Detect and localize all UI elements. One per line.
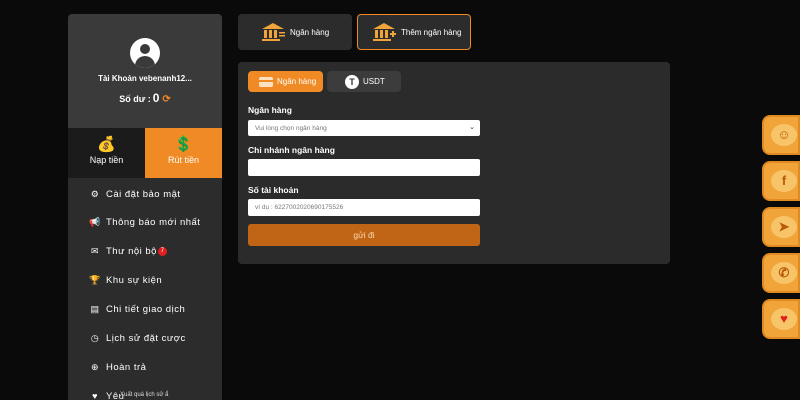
subtab-bank-label: Ngân hàng <box>277 77 317 86</box>
balance-value: 0 <box>152 91 160 105</box>
trophy-icon: 🏆 <box>89 274 101 285</box>
support-agent-icon: ☺ <box>771 124 797 146</box>
branch-input[interactable] <box>248 159 480 176</box>
account-number-placeholder: ví dụ : 6227002020690175526 <box>255 204 344 211</box>
tab-bank[interactable]: Ngân hàng <box>238 14 352 50</box>
balance-label: Số dư : <box>119 94 151 104</box>
refresh-icon[interactable]: ⟳ <box>162 94 170 105</box>
tooltip: Xuất quá lịch sử ẩ <box>120 392 169 398</box>
menu-item-notifications[interactable]: 📢 Thông báo mới nhất <box>68 211 222 233</box>
chevron-down-icon: ⌄ <box>469 124 475 131</box>
support-agent-button[interactable]: ☺ <box>762 115 800 155</box>
bank-select-value: Vui lòng chọn ngân hàng <box>255 124 327 132</box>
menu-item-label: Thư nội bộ <box>106 245 157 257</box>
menu-item-label: Hoàn trả <box>106 361 147 373</box>
menu-item-transactions[interactable]: ▤ Chi tiết giao dịch <box>68 298 222 320</box>
account-name: Tài Khoản vebenanh12... <box>98 74 192 83</box>
bank-select[interactable]: Vui lòng chọn ngân hàng ⌄ <box>248 120 480 136</box>
telegram-button[interactable]: ➤ <box>762 207 800 247</box>
card-icon <box>259 76 273 87</box>
profile-card: Tài Khoản vebenanh12... Số dư :0 ⟳ <box>68 14 222 128</box>
withdraw-button[interactable]: 💲 Rút tiền <box>145 128 222 178</box>
user-gear-icon: ⚙ <box>90 188 100 199</box>
tab-bank-label: Ngân hàng <box>290 27 330 37</box>
avatar-icon <box>130 38 160 68</box>
sidebar-menu: ⚙ Cài đặt bảo mật 📢 Thông báo mới nhất ✉ Th… <box>68 178 222 400</box>
tab-add-bank[interactable]: Thêm ngân hàng <box>357 14 471 50</box>
refund-icon: ⊕ <box>90 361 100 372</box>
menu-item-label: Cài đặt bảo mật <box>106 188 181 200</box>
menu-item-label: Chi tiết giao dịch <box>106 303 186 315</box>
bank-field-label: Ngân hàng <box>248 105 292 115</box>
heart-hand-button[interactable]: ♥ <box>762 299 800 339</box>
subtab-usdt-label: USDT <box>363 77 385 86</box>
menu-item-bet-history[interactable]: ◷ Lịch sử đặt cược <box>68 327 222 349</box>
telegram-icon: ➤ <box>771 216 797 238</box>
unread-badge: 7 <box>157 246 167 256</box>
tab-add-bank-label: Thêm ngân hàng <box>401 27 462 37</box>
menu-item-security[interactable]: ⚙ Cài đặt bảo mật <box>68 183 222 205</box>
deposit-label: Nạp tiền <box>89 155 124 165</box>
menu-item-events[interactable]: 🏆 Khu sự kiện <box>68 269 222 291</box>
menu-item-label: Lịch sử đặt cược <box>106 332 186 344</box>
account-number-input[interactable]: ví dụ : 6227002020690175526 <box>248 199 480 216</box>
submit-button[interactable]: gửi đi <box>248 224 480 246</box>
branch-field-label: Chi nhánh ngân hàng <box>248 145 335 155</box>
bank-add-icon <box>373 23 396 41</box>
facebook-icon: f <box>771 170 797 192</box>
megaphone-icon: 📢 <box>89 216 101 227</box>
balance: Số dư :0 ⟳ <box>68 91 222 105</box>
hand-money-icon: 💲 <box>174 136 193 153</box>
envelope-icon: ✉ <box>90 245 100 256</box>
withdraw-label: Rút tiền <box>167 155 200 165</box>
phone-icon: ✆ <box>771 262 797 284</box>
menu-item-inbox[interactable]: ✉ Thư nội bộ 7 <box>68 240 222 262</box>
menu-item-label: Thông báo mới nhất <box>106 216 201 228</box>
subtab-bank[interactable]: Ngân hàng <box>248 71 323 92</box>
menu-item-refund[interactable]: ⊕ Hoàn trả <box>68 356 222 378</box>
menu-item-label: Khu sự kiện <box>106 274 163 286</box>
usdt-icon: T <box>345 74 359 89</box>
phone-button[interactable]: ✆ <box>762 253 800 293</box>
facebook-button[interactable]: f <box>762 161 800 201</box>
clipboard-icon: ▤ <box>90 303 100 314</box>
account-number-label: Số tài khoản <box>248 185 299 195</box>
subtab-usdt[interactable]: T USDT <box>327 71 401 92</box>
clock-icon: ◷ <box>90 332 100 343</box>
money-bag-icon: 💰 <box>97 136 116 153</box>
heart-icon: ♥ <box>92 391 98 400</box>
heart-hand-icon: ♥ <box>771 308 797 330</box>
bank-icon <box>262 23 285 41</box>
deposit-button[interactable]: 💰 Nạp tiền <box>68 128 145 178</box>
